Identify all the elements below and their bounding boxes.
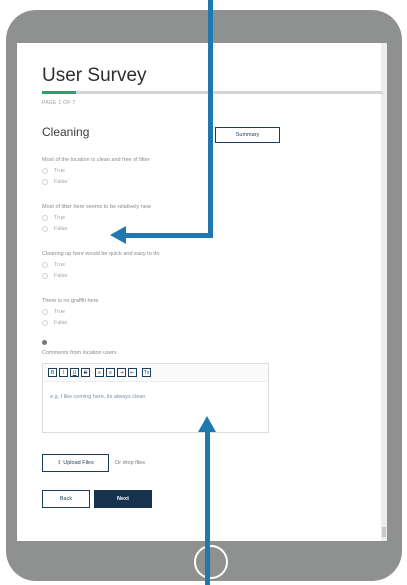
- arrow-left-icon: [110, 226, 126, 244]
- radio-label: False: [54, 226, 68, 232]
- radio-option[interactable]: False: [42, 320, 67, 326]
- radio-label: True: [54, 168, 66, 174]
- radio-label: False: [54, 273, 68, 279]
- radio-label: False: [54, 320, 68, 326]
- comments-label: Comments from location users: [42, 350, 117, 356]
- comment-icon: [42, 340, 47, 345]
- question-text: Most of litter here seems to be relative…: [42, 204, 151, 210]
- question-text: There is no graffiti here: [42, 298, 99, 304]
- drop-files-text: Or drop files: [115, 460, 145, 466]
- page-title: User Survey: [42, 65, 147, 86]
- radio-label: True: [54, 215, 66, 221]
- radio-icon[interactable]: [42, 226, 48, 232]
- radio-option[interactable]: False: [42, 226, 67, 232]
- radio-icon[interactable]: [42, 168, 48, 174]
- annotation-arrow-top-shaft: [208, 0, 213, 238]
- radio-icon[interactable]: [42, 215, 48, 221]
- radio-option[interactable]: True: [42, 168, 65, 174]
- editor-toolbar: B I U S ≡ ≡ ⇥ ⇤ Tx: [43, 364, 268, 382]
- section-title: Cleaning: [42, 125, 90, 139]
- radio-option[interactable]: True: [42, 309, 65, 315]
- upload-files-button[interactable]: ⇪ Upload Files: [42, 454, 109, 472]
- scrollbar-thumb[interactable]: [382, 527, 386, 537]
- next-button[interactable]: Next: [94, 490, 152, 508]
- summary-button[interactable]: Summary: [215, 127, 280, 143]
- bold-icon[interactable]: B: [48, 368, 57, 377]
- radio-label: True: [54, 309, 66, 315]
- progress-fill: [42, 91, 77, 94]
- clear-format-icon[interactable]: Tx: [142, 368, 151, 377]
- radio-icon[interactable]: [42, 179, 48, 185]
- radio-label: True: [54, 262, 66, 268]
- annotation-arrow-bottom-shaft: [205, 432, 210, 585]
- bullet-list-icon[interactable]: ≡: [95, 368, 104, 377]
- italic-icon[interactable]: I: [59, 368, 68, 377]
- radio-label: False: [54, 179, 68, 185]
- radio-icon[interactable]: [42, 262, 48, 268]
- arrow-up-icon: [198, 416, 216, 432]
- annotation-arrow-top-horizontal: [124, 233, 213, 238]
- comments-editor[interactable]: B I U S ≡ ≡ ⇥ ⇤ Tx e.g. I like coming he…: [42, 363, 269, 433]
- radio-option[interactable]: False: [42, 179, 67, 185]
- editor-placeholder: e.g. I like coming here, its always clea…: [50, 394, 146, 400]
- survey-screen: User Survey PAGE 1 OF 7 Cleaning Summary…: [17, 43, 387, 541]
- radio-icon[interactable]: [42, 273, 48, 279]
- scrollbar[interactable]: [381, 43, 387, 541]
- radio-option[interactable]: True: [42, 262, 65, 268]
- underline-icon[interactable]: U: [70, 368, 79, 377]
- home-button[interactable]: [194, 545, 228, 579]
- strikethrough-icon[interactable]: S: [81, 368, 90, 377]
- radio-option[interactable]: False: [42, 273, 67, 279]
- outdent-icon[interactable]: ⇤: [128, 368, 137, 377]
- page-indicator: PAGE 1 OF 7: [42, 100, 76, 106]
- numbered-list-icon[interactable]: ≡: [106, 368, 115, 377]
- radio-option[interactable]: True: [42, 215, 65, 221]
- radio-icon[interactable]: [42, 320, 48, 326]
- back-button[interactable]: Back: [42, 490, 90, 508]
- question-text: Most of the location is clean and free o…: [42, 157, 150, 163]
- radio-icon[interactable]: [42, 309, 48, 315]
- indent-icon[interactable]: ⇥: [117, 368, 126, 377]
- question-text: Cleaning up here would be quick and easy…: [42, 251, 160, 257]
